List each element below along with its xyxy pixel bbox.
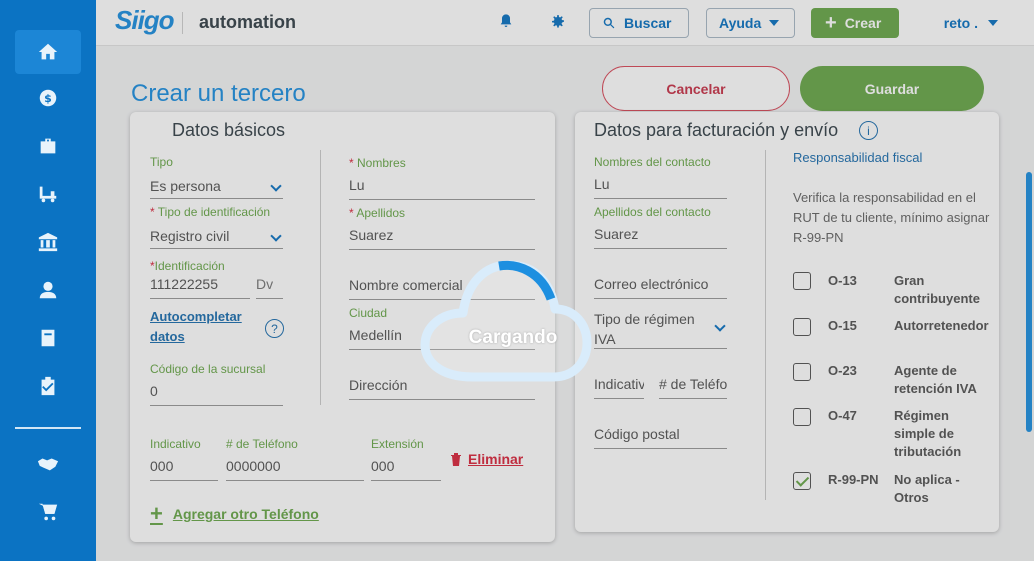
bank-icon <box>38 232 58 252</box>
sidebar-item-partners[interactable] <box>15 442 81 486</box>
briefcase-icon <box>40 138 56 154</box>
sidebar-item-store[interactable] <box>15 490 81 534</box>
book-icon <box>41 329 55 347</box>
sidebar-item-business[interactable] <box>15 124 81 168</box>
dollar-icon: $ <box>39 89 57 107</box>
svg-text:$: $ <box>44 92 52 105</box>
home-icon <box>38 43 58 60</box>
sidebar-item-inventory[interactable] <box>15 172 81 216</box>
handshake-icon <box>37 458 59 471</box>
sidebar-item-contacts[interactable] <box>15 268 81 312</box>
sidebar-item-home[interactable] <box>15 30 81 74</box>
sidebar: $ <box>0 0 96 561</box>
sidebar-divider <box>15 427 81 429</box>
sidebar-item-accounting[interactable] <box>15 316 81 360</box>
user-icon <box>39 281 57 299</box>
sidebar-item-finance[interactable]: $ <box>15 76 81 120</box>
cloud-loader-icon <box>420 260 592 382</box>
forklift-icon <box>39 186 57 203</box>
sidebar-item-tasks[interactable] <box>15 364 81 408</box>
loading-text: Cargando <box>468 327 558 348</box>
cart-icon <box>38 503 58 521</box>
clipboard-check-icon <box>41 376 55 396</box>
sidebar-item-bank[interactable] <box>15 220 81 264</box>
